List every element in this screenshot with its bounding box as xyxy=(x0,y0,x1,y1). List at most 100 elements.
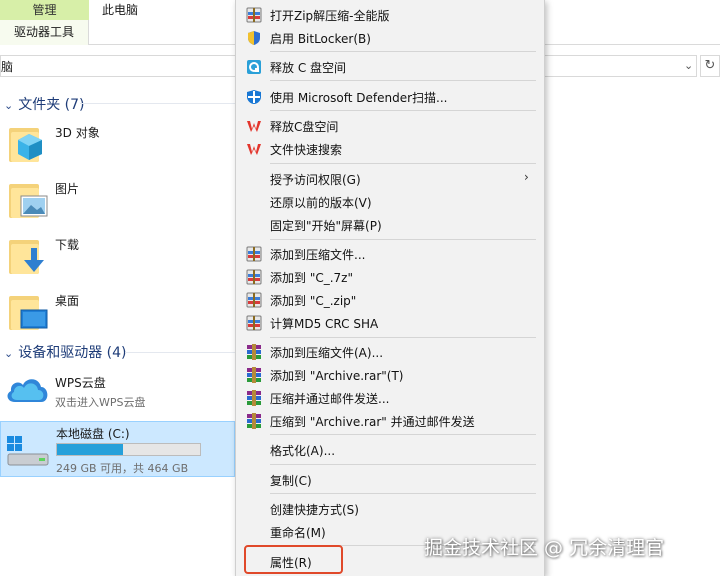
menu-label: 重命名(M) xyxy=(270,526,326,540)
menu-label: 固定到"开始"屏幕(P) xyxy=(270,219,382,233)
wps-cloud-item[interactable]: WPS云盘 双击进入WPS云盘 xyxy=(0,368,235,412)
menu-item-create-shortcut[interactable]: 创建快捷方式(S) xyxy=(236,497,544,520)
menu-separator xyxy=(270,80,536,81)
folder-label: 下载 xyxy=(55,238,80,252)
compress-icon xyxy=(246,292,262,308)
drive-usage-bar xyxy=(56,443,201,456)
3d-objects-folder-icon xyxy=(9,128,42,162)
defender-icon xyxy=(247,90,261,104)
menu-separator xyxy=(270,434,536,435)
wps-cloud-subtitle: 双击进入WPS云盘 xyxy=(55,396,146,409)
menu-item-restore-versions[interactable]: 还原以前的版本(V) xyxy=(236,190,544,213)
menu-item-free-c-space[interactable]: 释放 C 盘空间 xyxy=(236,55,544,78)
menu-label: 格式化(A)... xyxy=(270,444,336,458)
group-divider xyxy=(80,103,235,104)
group-header-folders[interactable]: ⌄ 文件夹 (7) xyxy=(4,94,85,114)
menu-label: 压缩到 "Archive.rar" 并通过邮件发送 xyxy=(270,415,475,429)
drive-title: 本地磁盘 (C:) xyxy=(56,427,130,441)
menu-label: 添加到 "Archive.rar"(T) xyxy=(270,369,404,383)
menu-label: 打开Zip解压缩-全能版 xyxy=(270,9,390,23)
menu-label: 添加到压缩文件... xyxy=(270,248,366,262)
menu-item-winrar-email[interactable]: 压缩并通过邮件发送... xyxy=(236,386,544,409)
watermark: 掘金技术社区 @ 冗余清理官 xyxy=(424,537,665,559)
local-disk-icon xyxy=(7,436,49,466)
menu-label: 添加到压缩文件(A)... xyxy=(270,346,384,360)
group-divider xyxy=(125,352,235,353)
winrar-icon xyxy=(247,390,261,406)
menu-item-copy[interactable]: 复制(C) xyxy=(236,468,544,491)
folder-item-pictures[interactable]: 图片 xyxy=(9,176,235,226)
wps-icon xyxy=(247,121,261,132)
wps-icon xyxy=(247,144,261,155)
zip-archive-icon xyxy=(246,7,262,23)
drive-usage-fill xyxy=(57,444,123,455)
context-menu: 打开Zip解压缩-全能版 启用 BitLocker(B) 释放 C 盘空间 使用… xyxy=(235,0,545,576)
shield-icon xyxy=(248,31,260,45)
address-text: 脑 xyxy=(1,60,14,74)
chevron-collapse-icon[interactable]: ⌄ xyxy=(4,99,13,112)
menu-label: 添加到 "C_.zip" xyxy=(270,294,357,308)
menu-label: 创建快捷方式(S) xyxy=(270,503,359,517)
folder-label: 3D 对象 xyxy=(55,126,100,140)
menu-item-defender-scan[interactable]: 使用 Microsoft Defender扫描... xyxy=(236,85,544,108)
chevron-down-icon[interactable]: ⌄ xyxy=(684,59,693,72)
menu-separator xyxy=(270,239,536,240)
menu-label: 计算MD5 CRC SHA xyxy=(270,317,379,331)
menu-item-format[interactable]: 格式化(A)... xyxy=(236,438,544,461)
menu-label: 添加到 "C_.7z" xyxy=(270,271,353,285)
winrar-icon xyxy=(247,344,261,360)
menu-label: 释放 C 盘空间 xyxy=(270,61,347,75)
menu-item-grant-access[interactable]: 授予访问权限(G) › xyxy=(236,167,544,190)
menu-item-add-to-7z[interactable]: 添加到 "C_.7z" xyxy=(236,265,544,288)
folder-item-downloads[interactable]: 下载 xyxy=(9,232,235,282)
menu-label: 压缩并通过邮件发送... xyxy=(270,392,390,406)
menu-item-add-to-zip[interactable]: 添加到 "C_.zip" xyxy=(236,288,544,311)
menu-item-add-to-archive[interactable]: 添加到压缩文件... xyxy=(236,242,544,265)
pictures-folder-icon xyxy=(9,184,48,218)
compress-icon xyxy=(246,269,262,285)
submenu-arrow-icon: › xyxy=(524,170,529,184)
folder-label: 图片 xyxy=(55,182,80,196)
group-header-devices[interactable]: ⌄ 设备和驱动器 (4) xyxy=(4,342,127,362)
menu-label: 启用 BitLocker(B) xyxy=(270,32,371,46)
cloud-icon xyxy=(7,379,48,402)
menu-label: 授予访问权限(G) xyxy=(270,173,361,187)
cleanup-icon xyxy=(247,60,261,74)
folder-item-desktop[interactable]: 桌面 xyxy=(9,288,235,338)
properties-highlight-box xyxy=(244,545,343,574)
chevron-collapse-icon[interactable]: ⌄ xyxy=(4,347,13,360)
menu-item-open-zip[interactable]: 打开Zip解压缩-全能版 xyxy=(236,3,544,26)
refresh-button[interactable]: ↻ xyxy=(700,55,720,77)
menu-item-winrar-rar-email[interactable]: 压缩到 "Archive.rar" 并通过邮件发送 xyxy=(236,409,544,432)
drive-subtitle: 249 GB 可用，共 464 GB xyxy=(56,462,189,475)
wps-cloud-title: WPS云盘 xyxy=(55,376,106,390)
folder-item-3d-objects[interactable]: 3D 对象 xyxy=(9,120,235,170)
menu-separator xyxy=(270,464,536,465)
group-header-devices-label: 设备和驱动器 (4) xyxy=(18,345,127,361)
tab-this-pc[interactable]: 此电脑 xyxy=(102,0,138,20)
menu-item-bitlocker[interactable]: 启用 BitLocker(B) xyxy=(236,26,544,49)
compress-icon xyxy=(246,246,262,262)
downloads-folder-icon xyxy=(9,240,44,274)
menu-separator xyxy=(270,163,536,164)
menu-item-winrar-add-rar[interactable]: 添加到 "Archive.rar"(T) xyxy=(236,363,544,386)
drive-item-c[interactable]: 本地磁盘 (C:) 249 GB 可用，共 464 GB xyxy=(0,421,235,477)
menu-item-checksum[interactable]: 计算MD5 CRC SHA xyxy=(236,311,544,334)
menu-separator xyxy=(270,493,536,494)
menu-item-pin-to-start[interactable]: 固定到"开始"屏幕(P) xyxy=(236,213,544,236)
tab-manage[interactable]: 管理 xyxy=(0,0,89,20)
winrar-icon xyxy=(247,413,261,429)
group-header-folders-label: 文件夹 (7) xyxy=(18,97,85,113)
menu-label: 文件快速搜索 xyxy=(270,143,343,157)
menu-label: 复制(C) xyxy=(270,474,312,488)
tab-drive-tools[interactable]: 驱动器工具 xyxy=(0,20,89,45)
menu-label: 还原以前的版本(V) xyxy=(270,196,372,210)
menu-separator xyxy=(270,51,536,52)
menu-item-wps-free-space[interactable]: 释放C盘空间 xyxy=(236,114,544,137)
folder-label: 桌面 xyxy=(55,294,80,308)
menu-separator xyxy=(270,110,536,111)
menu-item-winrar-add[interactable]: 添加到压缩文件(A)... xyxy=(236,340,544,363)
menu-label: 释放C盘空间 xyxy=(270,120,339,134)
menu-item-file-search[interactable]: 文件快速搜索 xyxy=(236,137,544,160)
compress-icon xyxy=(246,315,262,331)
